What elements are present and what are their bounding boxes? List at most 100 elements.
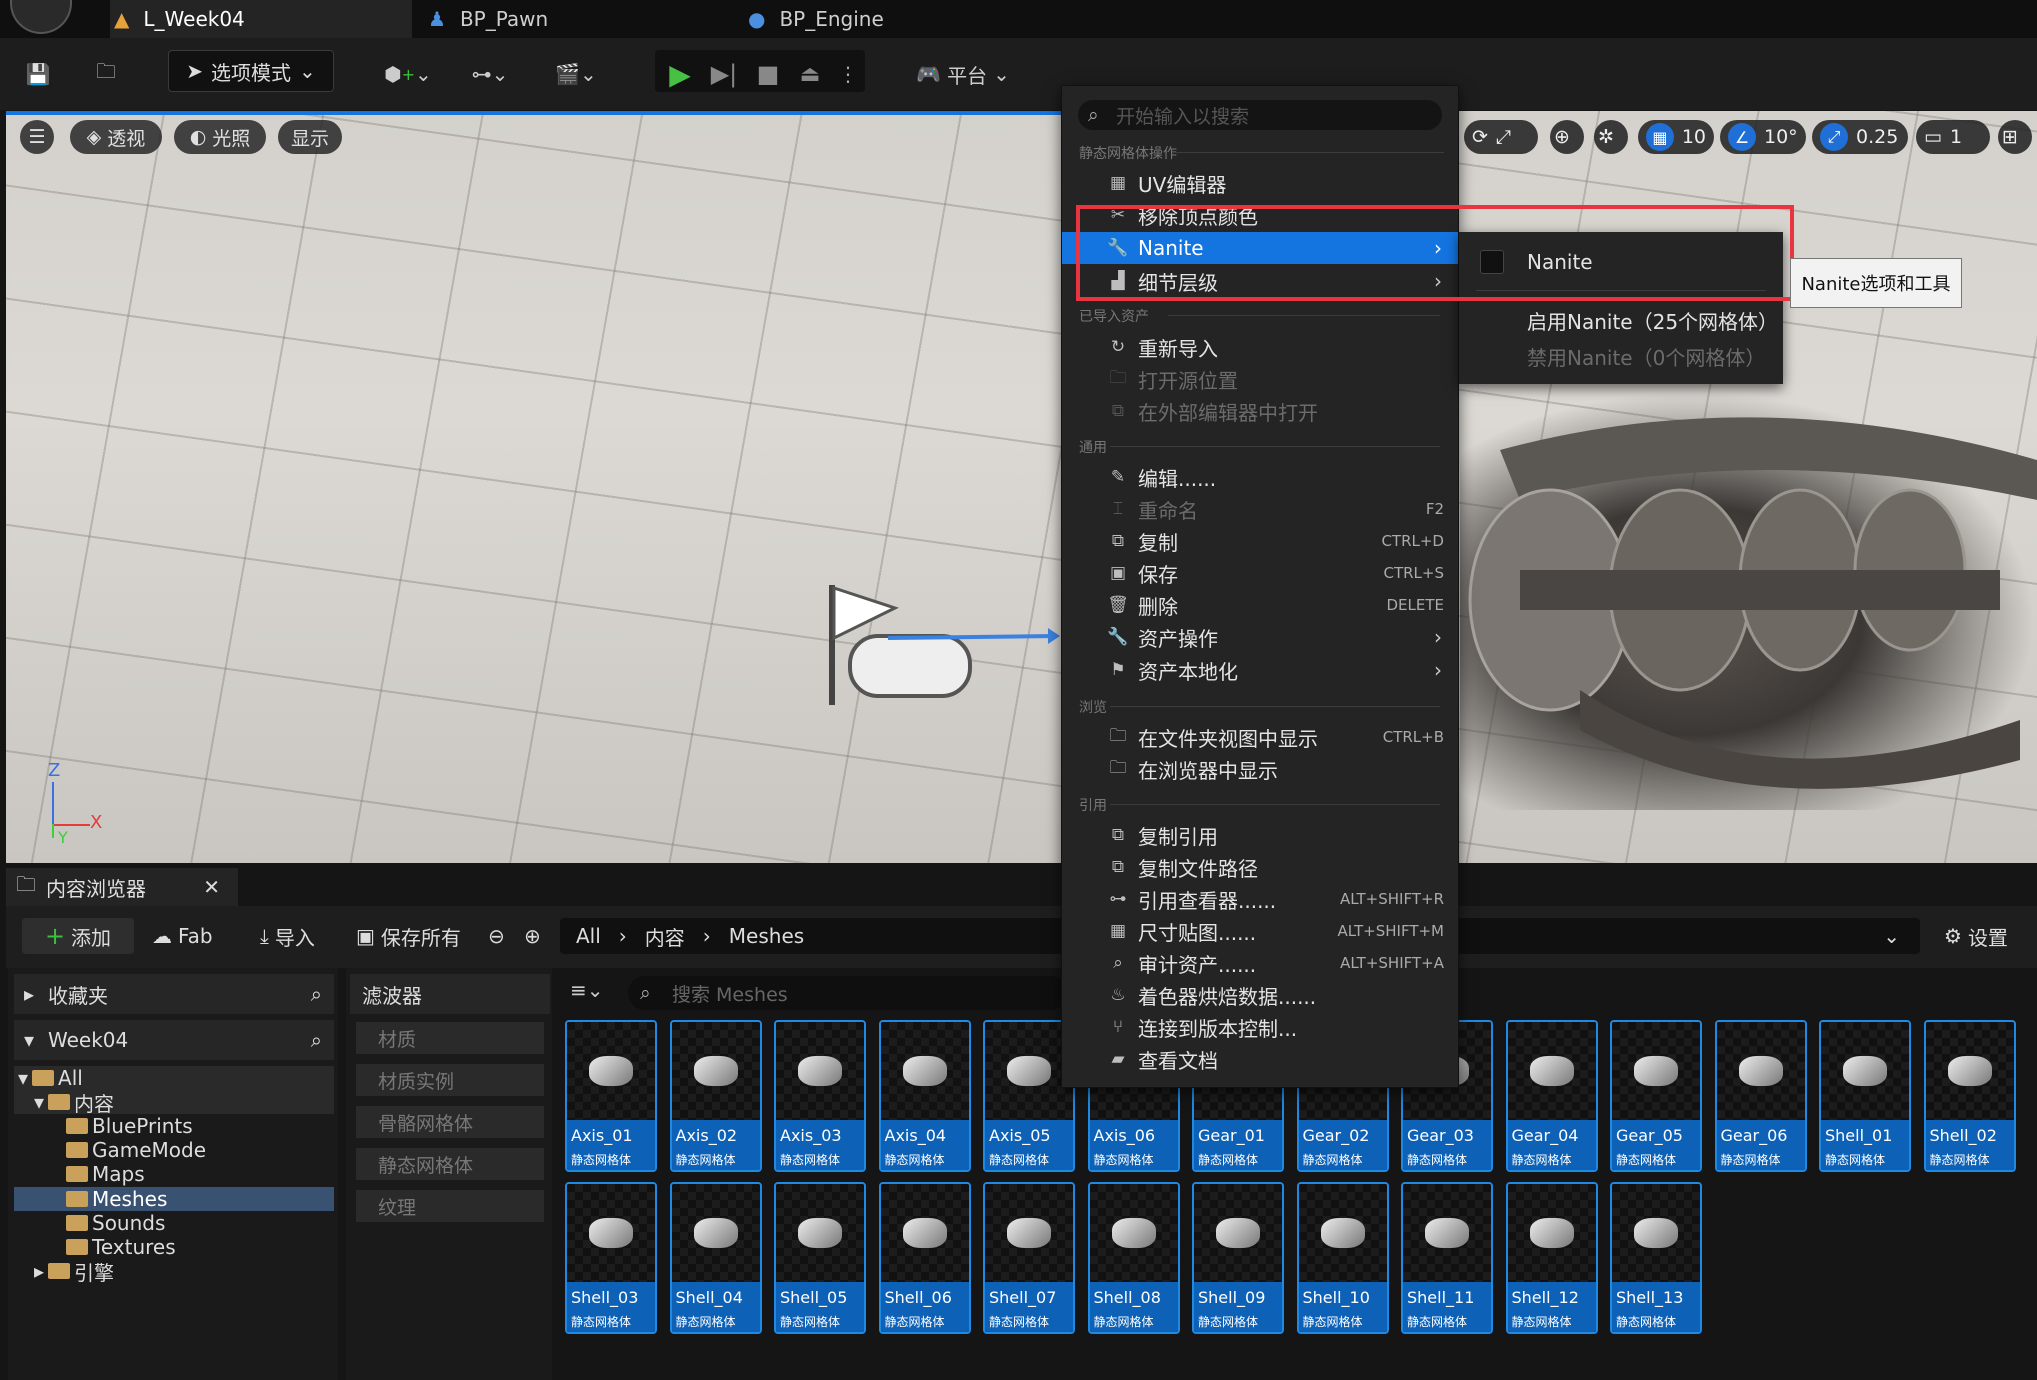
menu-item-rename[interactable]: ⌶ 重命名 F2: [1062, 493, 1458, 525]
menu-item-show-in-explorer[interactable]: 🗀 在浏览器中显示: [1062, 753, 1458, 785]
tab-bp-pawn[interactable]: ♟ BP_Pawn: [428, 0, 728, 38]
grid-snap-button[interactable]: ▦ 10: [1638, 120, 1714, 154]
filter-icon[interactable]: ≡⌄: [570, 978, 604, 1002]
menu-item-asset-localization[interactable]: ⚑ 资产本地化 ›: [1062, 654, 1458, 686]
save-icon[interactable]: 💾: [20, 52, 56, 96]
menu-item-delete[interactable]: 🗑 删除 DELETE: [1062, 589, 1458, 621]
more-options-icon[interactable]: ⋮: [836, 52, 860, 96]
menu-item-show-in-folder-view[interactable]: 🗀 在文件夹视图中显示 CTRL+B: [1062, 721, 1458, 753]
menu-item-edit[interactable]: ✎ 编辑......: [1062, 461, 1458, 493]
favorites-header[interactable]: ▸ 收藏夹 ⌕: [14, 974, 334, 1014]
asset-tile[interactable]: Shell_11 静态网格体: [1401, 1182, 1493, 1334]
menu-item-save[interactable]: ▣ 保存 CTRL+S: [1062, 557, 1458, 589]
back-icon[interactable]: ⊖: [488, 918, 505, 954]
asset-tile[interactable]: Shell_10 静态网格体: [1296, 1182, 1389, 1334]
menu-item-open-source-location[interactable]: 🗀 打开源位置: [1062, 363, 1458, 395]
filter-texture[interactable]: 纹理: [356, 1190, 544, 1222]
tree-item-gamemode[interactable]: GameMode: [66, 1138, 206, 1162]
menu-item-open-external-editor[interactable]: ⧉ 在外部编辑器中打开: [1062, 395, 1458, 427]
menu-item-reference-viewer[interactable]: ⊶ 引用查看器...... ALT+SHIFT+R: [1062, 883, 1458, 915]
tree-item-meshes[interactable]: Meshes: [66, 1187, 167, 1211]
browse-icon[interactable]: 🗀: [86, 52, 126, 96]
tree-item-content[interactable]: ▾ 内容: [34, 1090, 114, 1116]
menu-item-size-map[interactable]: ▦ 尺寸贴图...... ALT+SHIFT+M: [1062, 915, 1458, 947]
filter-material[interactable]: 材质: [356, 1022, 544, 1054]
step-icon[interactable]: ▶|: [706, 52, 742, 96]
scale-snap-button[interactable]: ⤢ 0.25: [1812, 120, 1908, 154]
menu-item-uv-editor[interactable]: ▦ UV编辑器: [1062, 167, 1458, 199]
menu-item-reimport[interactable]: ↻ 重新导入: [1062, 331, 1458, 363]
tree-item-sounds[interactable]: Sounds: [66, 1211, 165, 1235]
breadcrumb-all[interactable]: All: [576, 924, 601, 948]
transform-tools[interactable]: ⟳ ⤢: [1464, 120, 1538, 154]
menu-item-copy-file-path[interactable]: ⧉ 复制文件路径: [1062, 851, 1458, 883]
import-button[interactable]: ⤓ 导入: [260, 918, 315, 954]
tree-item-engine[interactable]: ▸ 引擎: [34, 1259, 114, 1285]
disable-nanite-item[interactable]: 禁用Nanite（0个网格体）: [1527, 342, 1765, 371]
forward-icon[interactable]: ⊕: [524, 918, 541, 954]
search-icon[interactable]: ⌕: [311, 982, 322, 1006]
mode-select-button[interactable]: ➤ 选项模式 ⌄: [168, 50, 334, 92]
asset-tile[interactable]: Shell_01 静态网格体: [1819, 1020, 1911, 1172]
menu-item-duplicate[interactable]: ⧉ 复制 CTRL+D: [1062, 525, 1458, 557]
menu-item-audit-assets[interactable]: ⌕ 审计资产...... ALT+SHIFT+A: [1062, 947, 1458, 979]
show-button[interactable]: 显示: [278, 120, 342, 154]
asset-tile[interactable]: Shell_06 静态网格体: [878, 1182, 971, 1334]
surface-snap-icon[interactable]: ✲: [1594, 120, 1628, 154]
stop-icon[interactable]: ■: [750, 52, 786, 96]
layout-icon[interactable]: ⊞: [1998, 120, 2032, 154]
project-header[interactable]: ▾ Week04 ⌕: [14, 1020, 334, 1060]
menu-item-view-docs[interactable]: ▰ 查看文档: [1062, 1043, 1458, 1075]
tree-item-blueprints[interactable]: BluePrints: [66, 1114, 193, 1138]
blueprint-menu-icon[interactable]: ⊶⌄: [460, 52, 520, 96]
platform-button[interactable]: 🎮 平台 ⌄: [908, 52, 1018, 96]
fab-button[interactable]: ☁ Fab: [152, 918, 213, 954]
asset-tile[interactable]: Gear_04 静态网格体: [1505, 1020, 1598, 1172]
search-icon[interactable]: ⌕: [311, 1028, 322, 1052]
add-button[interactable]: + 添加: [22, 918, 134, 954]
tab-bp-engine[interactable]: ● BP_Engine: [748, 0, 1048, 38]
menu-item-asset-actions[interactable]: 🔧 资产操作 ›: [1062, 621, 1458, 653]
cinematics-icon[interactable]: 🎬⌄: [546, 52, 606, 96]
asset-tile[interactable]: Gear_06 静态网格体: [1714, 1020, 1807, 1172]
add-actor-icon[interactable]: ⬢ + ⌄: [378, 52, 438, 96]
close-icon[interactable]: ✕: [203, 875, 220, 899]
asset-tile[interactable]: Axis_04 静态网格体: [878, 1020, 971, 1172]
asset-tile[interactable]: Shell_13 静态网格体: [1610, 1182, 1702, 1334]
asset-tile[interactable]: Shell_07 静态网格体: [983, 1182, 1075, 1334]
player-start-icon[interactable]: [820, 580, 1060, 710]
tree-item-all[interactable]: ▾ All: [18, 1066, 83, 1090]
world-local-icon[interactable]: ⊕: [1550, 120, 1584, 154]
asset-tile[interactable]: Axis_01 静态网格体: [565, 1020, 657, 1172]
asset-tile[interactable]: Shell_12 静态网格体: [1505, 1182, 1598, 1334]
asset-tile[interactable]: Shell_09 静态网格体: [1192, 1182, 1284, 1334]
play-icon[interactable]: ▶: [662, 52, 698, 96]
asset-tile[interactable]: Shell_02 静态网格体: [1923, 1020, 2016, 1172]
save-all-button[interactable]: ▣ 保存所有: [356, 918, 461, 954]
filter-skeletal-mesh[interactable]: 骨骼网格体: [356, 1106, 544, 1138]
filter-static-mesh[interactable]: 静态网格体: [356, 1148, 544, 1180]
viewport-menu-icon[interactable]: ☰: [20, 120, 54, 154]
camera-speed-button[interactable]: ▭ 1: [1916, 120, 1990, 154]
content-browser-tab[interactable]: 🗀 内容浏览器 ✕: [6, 868, 238, 906]
asset-tile[interactable]: Shell_04 静态网格体: [669, 1182, 762, 1334]
breadcrumb-content[interactable]: 内容: [645, 922, 685, 951]
menu-item-connect-source-control[interactable]: ⑂ 连接到版本控制...: [1062, 1011, 1458, 1043]
filter-material-instance[interactable]: 材质实例: [356, 1064, 544, 1096]
asset-tile[interactable]: Shell_05 静态网格体: [774, 1182, 866, 1334]
perspective-button[interactable]: ◈ 透视: [70, 120, 162, 154]
chevron-down-icon[interactable]: ⌄: [1883, 924, 1900, 948]
eject-icon[interactable]: ⏏: [792, 52, 828, 96]
menu-item-copy-reference[interactable]: ⧉ 复制引用: [1062, 819, 1458, 851]
tree-item-textures[interactable]: Textures: [66, 1235, 176, 1259]
menu-search-input[interactable]: ⌕ 开始输入以搜索: [1078, 100, 1442, 130]
tree-item-maps[interactable]: Maps: [66, 1162, 145, 1186]
asset-search-input[interactable]: ⌕ 搜索 Meshes: [628, 976, 1068, 1010]
tab-level[interactable]: ▲ L_Week04: [110, 0, 412, 38]
menu-item-shader-cook[interactable]: ♨ 着色器烘焙数据......: [1062, 979, 1458, 1011]
enable-nanite-item[interactable]: 启用Nanite（25个网格体）: [1527, 306, 1778, 335]
asset-tile[interactable]: Shell_03 静态网格体: [565, 1182, 657, 1334]
lighting-button[interactable]: ◐ 光照: [174, 120, 266, 154]
asset-tile[interactable]: Shell_08 静态网格体: [1087, 1182, 1180, 1334]
asset-tile[interactable]: Gear_05 静态网格体: [1610, 1020, 1702, 1172]
